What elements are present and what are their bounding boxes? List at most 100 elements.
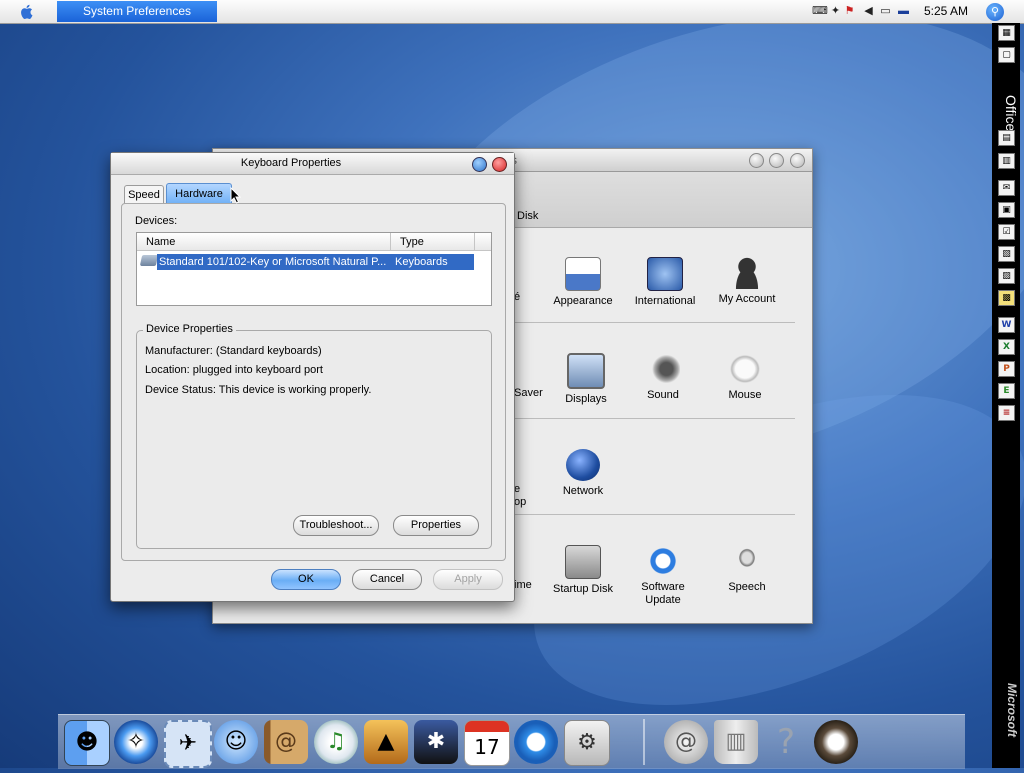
keyboard-device-icon [139, 255, 159, 266]
bluetooth-icon[interactable]: ✦ [829, 5, 842, 17]
pref-speech[interactable]: Speech [705, 545, 789, 593]
powerpoint-icon[interactable]: P [998, 361, 1015, 377]
url-icon[interactable]: @ [664, 720, 708, 764]
office-calendar-icon[interactable]: ▣ [998, 202, 1015, 218]
microsoft-label: Microsoft [1005, 683, 1019, 737]
devices-list[interactable]: Name Type Standard 101/102-Key or Micros… [136, 232, 492, 306]
sp-partial-label[interactable]: Saver [514, 387, 543, 399]
office-notes-icon[interactable]: ▨ [998, 268, 1015, 284]
system-preferences-icon[interactable]: ⚙ [564, 720, 610, 766]
cancel-button[interactable]: Cancel [352, 569, 422, 590]
sp-row-separator [513, 322, 795, 323]
flag-icon[interactable]: ⚑ [843, 5, 856, 17]
office-folder-icon[interactable]: ▥ [998, 153, 1015, 169]
location-text: Location: plugged into keyboard port [145, 364, 323, 376]
speech-icon [730, 545, 764, 577]
pref-international[interactable]: International [623, 257, 707, 307]
sp-close-button[interactable] [749, 153, 764, 168]
pref-label: Speech [728, 581, 766, 593]
display-icon[interactable]: ▭ [879, 5, 892, 17]
mail-stamp-icon[interactable]: ✈ [164, 720, 212, 768]
sp-row-separator [513, 514, 795, 515]
column-header-type[interactable]: Type [391, 233, 475, 251]
office-open-icon[interactable]: ▤ [998, 130, 1015, 146]
entourage-icon[interactable]: E [998, 383, 1015, 399]
software-update-icon [646, 545, 680, 577]
ok-button[interactable]: OK [271, 569, 341, 590]
device-status-text: Device Status: This device is working pr… [145, 384, 372, 396]
office-new-document-icon[interactable]: ▢ [998, 47, 1015, 63]
keyboard-icon[interactable]: ⌨ [812, 5, 828, 17]
office-project-icon[interactable]: ≡ [998, 405, 1015, 421]
dialog-titlebar[interactable]: Keyboard Properties [111, 153, 514, 175]
office-menu-icon[interactable]: ▦ [998, 25, 1015, 41]
help-icon[interactable]: ? [764, 720, 808, 764]
international-icon [647, 257, 683, 291]
network-icon [566, 449, 600, 481]
excel-icon[interactable]: X [998, 339, 1015, 355]
office-mail-icon[interactable]: ✉ [998, 180, 1015, 196]
pref-displays[interactable]: Displays [544, 353, 628, 405]
finder-icon[interactable]: ☻ [64, 720, 110, 766]
pref-label: Mouse [728, 389, 762, 401]
word-icon[interactable]: W [998, 317, 1015, 333]
appearance-icon [565, 257, 601, 291]
device-properties-legend: Device Properties [143, 323, 236, 335]
raccoon-icon[interactable] [814, 720, 858, 764]
sp-zoom-button[interactable] [790, 153, 805, 168]
column-header-name[interactable]: Name [137, 233, 391, 251]
manufacturer-text: Manufacturer: (Standard keyboards) [145, 345, 322, 357]
help-button[interactable] [472, 157, 487, 172]
tab-hardware[interactable]: Hardware [166, 183, 232, 204]
spotlight-search-icon[interactable]: ⚲ [986, 3, 1004, 21]
address-book-icon[interactable]: @ [264, 720, 308, 764]
pref-label: Startup Disk [553, 583, 613, 595]
pref-software-update[interactable]: Software Update [621, 545, 705, 607]
trash-icon[interactable]: ▥ [714, 720, 758, 764]
volume-icon[interactable]: ◀ [862, 5, 875, 17]
sp-minimize-button[interactable] [769, 153, 784, 168]
sp-partial-label[interactable]: ime [514, 579, 532, 591]
device-name: Standard 101/102-Key or Microsoft Natura… [159, 256, 387, 268]
sp-row-separator [513, 418, 795, 419]
office-sticky-icon[interactable]: ▩ [998, 290, 1015, 306]
office-contacts-icon[interactable]: ▧ [998, 246, 1015, 262]
pref-mouse[interactable]: Mouse [703, 353, 787, 401]
ichat-icon[interactable]: ☺ [214, 720, 258, 764]
device-type: Keyboards [395, 256, 448, 268]
pref-my-account[interactable]: My Account [705, 257, 789, 305]
devices-label: Devices: [135, 215, 178, 227]
device-row-selected[interactable]: Standard 101/102-Key or Microsoft Natura… [157, 254, 474, 270]
dock: ☻ ✧ ✈ ☺ @ ♫ ▲ ✱ 17 ⚙ @ ▥ ? [58, 714, 965, 769]
apple-menu-icon[interactable] [18, 3, 36, 20]
mouse-icon [728, 353, 762, 385]
close-button[interactable] [492, 157, 507, 172]
pref-startup-disk[interactable]: Startup Disk [541, 545, 625, 595]
ical-date: 17 [474, 735, 500, 759]
pref-label: Displays [565, 393, 607, 405]
sp-partial-label[interactable]: op [514, 496, 526, 508]
safari-icon[interactable]: ✧ [114, 720, 158, 764]
keyboard-properties-dialog: Keyboard Properties Speed Hardware Devic… [110, 152, 515, 602]
battery-icon[interactable]: ▬ [897, 5, 910, 17]
sp-toolbar-startup-disk-label[interactable]: Disk [517, 210, 538, 222]
pref-label: International [634, 295, 696, 307]
app-menu-system-preferences[interactable]: System Preferences [57, 1, 217, 22]
tab-speed[interactable]: Speed [124, 185, 164, 204]
menu-clock[interactable]: 5:25 AM [924, 4, 968, 18]
properties-button[interactable]: Properties [393, 515, 479, 536]
apply-button[interactable]: Apply [433, 569, 503, 590]
mouse-pointer-icon [230, 187, 241, 204]
office-tasks-icon[interactable]: ☑ [998, 224, 1015, 240]
pref-network[interactable]: Network [541, 449, 625, 497]
imovie-icon[interactable]: ✱ [414, 720, 458, 764]
pref-sound[interactable]: Sound [621, 353, 705, 401]
iphoto-icon[interactable]: ▲ [364, 720, 408, 764]
ical-icon[interactable]: 17 [464, 720, 510, 766]
troubleshoot-button[interactable]: Troubleshoot... [293, 515, 379, 536]
pref-label: Network [562, 485, 604, 497]
itunes-icon[interactable]: ♫ [314, 720, 358, 764]
quicktime-icon[interactable] [514, 720, 558, 764]
displays-icon [567, 353, 605, 389]
pref-appearance[interactable]: Appearance [541, 257, 625, 307]
